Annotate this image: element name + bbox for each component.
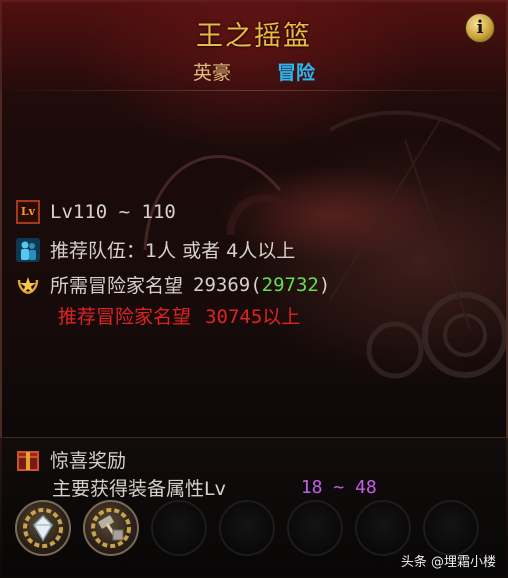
reward-slot-7[interactable] [423, 500, 479, 556]
diamond-gear-icon [23, 508, 63, 548]
reward-level-range: 18 ~ 48 [300, 477, 377, 498]
mode-tabs: 英豪 冒险 [0, 58, 508, 85]
recommended-fame-value: 30745以上 [205, 306, 301, 328]
level-requirement-row: Lv Lv110 ~ 110 [16, 200, 176, 224]
party-icon [16, 237, 40, 262]
reward-attribute-label: 主要获得装备属性Lv [52, 478, 226, 500]
header-divider [0, 90, 508, 91]
reward-attribute-row: 主要获得装备属性Lv 18 ~ 48 [52, 474, 377, 501]
recommended-party-text: 推荐队伍：1人 或者 4人以上 [50, 240, 296, 262]
level-range-text: Lv110 ~ 110 [50, 201, 176, 223]
recommended-party-row: 推荐队伍：1人 或者 4人以上 [16, 236, 295, 263]
reward-slot-1[interactable] [15, 500, 71, 556]
recommended-fame-row: 推荐冒险家名望 30745以上 [58, 302, 300, 329]
reward-slots [15, 500, 479, 556]
dungeon-title: 王之摇篮 [196, 21, 312, 52]
fame-laurel-icon [17, 276, 39, 294]
reward-slot-2[interactable] [83, 500, 139, 556]
reward-slot-3[interactable] [151, 500, 207, 556]
fame-paren-close: ) [318, 273, 331, 296]
tab-adventure[interactable]: 冒险 [277, 58, 315, 85]
current-fame-value: 29732 [261, 273, 319, 296]
hammer-box-icon [91, 508, 131, 548]
info-icon: i [476, 17, 484, 38]
reward-slot-5[interactable] [287, 500, 343, 556]
dungeon-info-panel: 王之摇篮 i 英豪 冒险 Lv Lv110 ~ 110 推荐队伍：1人 或者 4… [0, 0, 508, 578]
required-fame-row: 所需冒险家名望 29369 ( 29732 ) [16, 271, 330, 298]
level-badge-icon: Lv [16, 200, 40, 224]
watermark: 头条 @埋霜小楼 [400, 555, 496, 570]
surprise-rewards-title: 惊喜奖励 [50, 450, 127, 472]
required-fame-value: 29369 [193, 273, 251, 296]
tab-heroic[interactable]: 英豪 [193, 58, 231, 85]
fame-paren-open: ( [250, 273, 262, 296]
reward-slot-4[interactable] [219, 500, 275, 556]
info-button[interactable]: i [465, 13, 495, 43]
reward-slot-6[interactable] [355, 500, 411, 556]
required-fame-label: 所需冒险家名望 [50, 275, 184, 297]
recommended-fame-label: 推荐冒险家名望 [58, 306, 192, 328]
surprise-rewards-row: 惊喜奖励 [16, 446, 126, 473]
gift-box-icon [17, 450, 39, 471]
